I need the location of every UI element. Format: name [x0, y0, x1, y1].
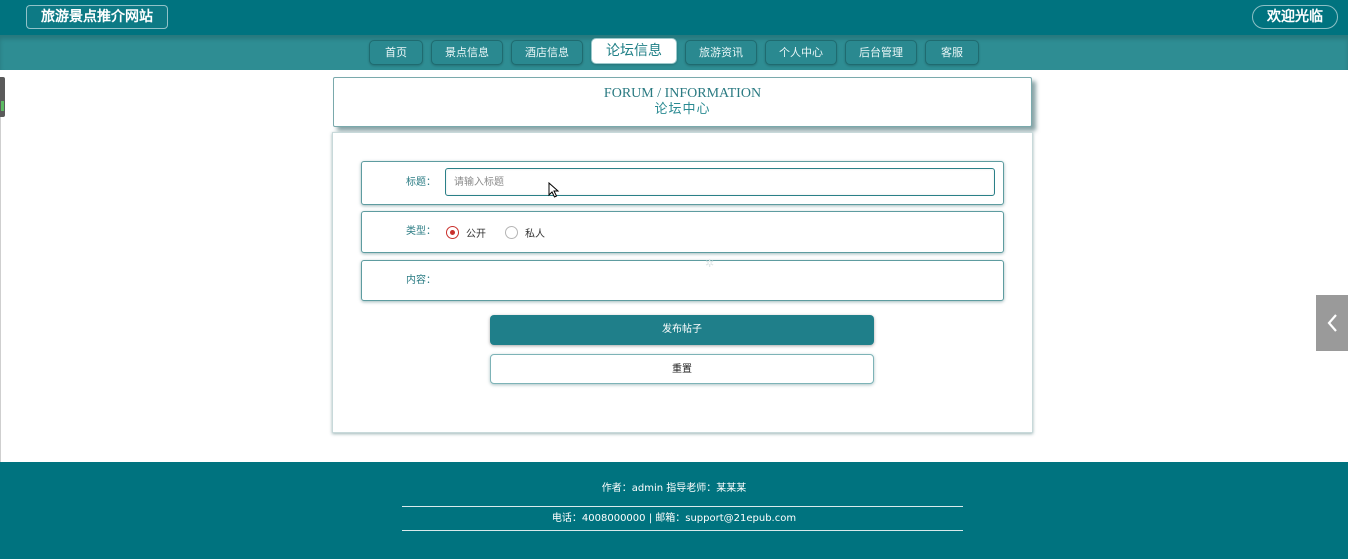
- post-form: 标题： 类型： 公开 私人 内容： ✲ 发布帖子 重置: [332, 132, 1033, 433]
- nav-item-hotels[interactable]: 酒店信息: [511, 40, 583, 65]
- footer-author: 作者：admin 指导老师：某某某: [601, 483, 747, 494]
- content-label: 内容：: [406, 275, 436, 286]
- radio-private-circle[interactable]: [505, 225, 518, 239]
- nav-item-customer-service[interactable]: 客服: [925, 40, 979, 65]
- site-title[interactable]: 旅游景点推介网站: [26, 5, 168, 29]
- title-row: 标题：: [361, 161, 1004, 205]
- radio-private[interactable]: 私人: [505, 225, 545, 240]
- side-panel-toggle[interactable]: [1316, 295, 1348, 351]
- radio-public-label: 公开: [466, 228, 486, 240]
- footer-divider-1: [402, 506, 963, 507]
- title-label: 标题：: [406, 177, 436, 188]
- nav-item-admin[interactable]: 后台管理: [845, 40, 917, 65]
- reset-button[interactable]: 重置: [490, 354, 874, 384]
- chevron-left-icon: [1327, 314, 1337, 332]
- main-nav: 首页 景点信息 酒店信息 论坛信息 旅游资讯 个人中心 后台管理 客服: [0, 35, 1348, 70]
- type-row: 类型： 公开 私人: [361, 211, 1004, 253]
- section-title-cn: 论坛中心: [654, 102, 711, 117]
- nav-item-attractions[interactable]: 景点信息: [431, 40, 503, 65]
- mouse-pointer-icon: [548, 182, 560, 198]
- submit-post-button[interactable]: 发布帖子: [490, 315, 874, 345]
- nav-item-personal-center[interactable]: 个人中心: [765, 40, 837, 65]
- radio-public-circle[interactable]: [446, 225, 459, 239]
- content-row: 内容： ✲: [361, 257, 1004, 301]
- footer: 作者：admin 指导老师：某某某 电话：4008000000 | 邮箱：sup…: [0, 462, 1348, 559]
- left-tab-indicator: [1, 101, 4, 111]
- welcome-badge: 欢迎光临: [1252, 5, 1338, 29]
- footer-contact: 电话：4008000000 | 邮箱：support@21epub.com: [551, 513, 797, 524]
- left-divider: [0, 117, 1, 462]
- nav-items: 首页 景点信息 酒店信息 论坛信息 旅游资讯 个人中心 后台管理 客服: [0, 38, 1348, 65]
- radio-public[interactable]: 公开: [446, 225, 486, 240]
- nav-item-travel-news[interactable]: 旅游资讯: [685, 40, 757, 65]
- top-bar: 旅游景点推介网站 欢迎光临: [0, 0, 1348, 35]
- nav-item-forum[interactable]: 论坛信息: [591, 38, 677, 64]
- radio-private-label: 私人: [525, 228, 545, 240]
- section-header: FORUM / INFORMATION 论坛中心: [333, 77, 1032, 127]
- footer-divider-2: [402, 530, 963, 531]
- nav-item-home[interactable]: 首页: [369, 40, 423, 65]
- section-title-en: FORUM / INFORMATION: [603, 86, 762, 101]
- left-edge-tab[interactable]: [0, 77, 5, 117]
- type-label: 类型：: [406, 226, 436, 237]
- loading-icon: ✲: [705, 257, 715, 270]
- title-input[interactable]: [445, 168, 995, 196]
